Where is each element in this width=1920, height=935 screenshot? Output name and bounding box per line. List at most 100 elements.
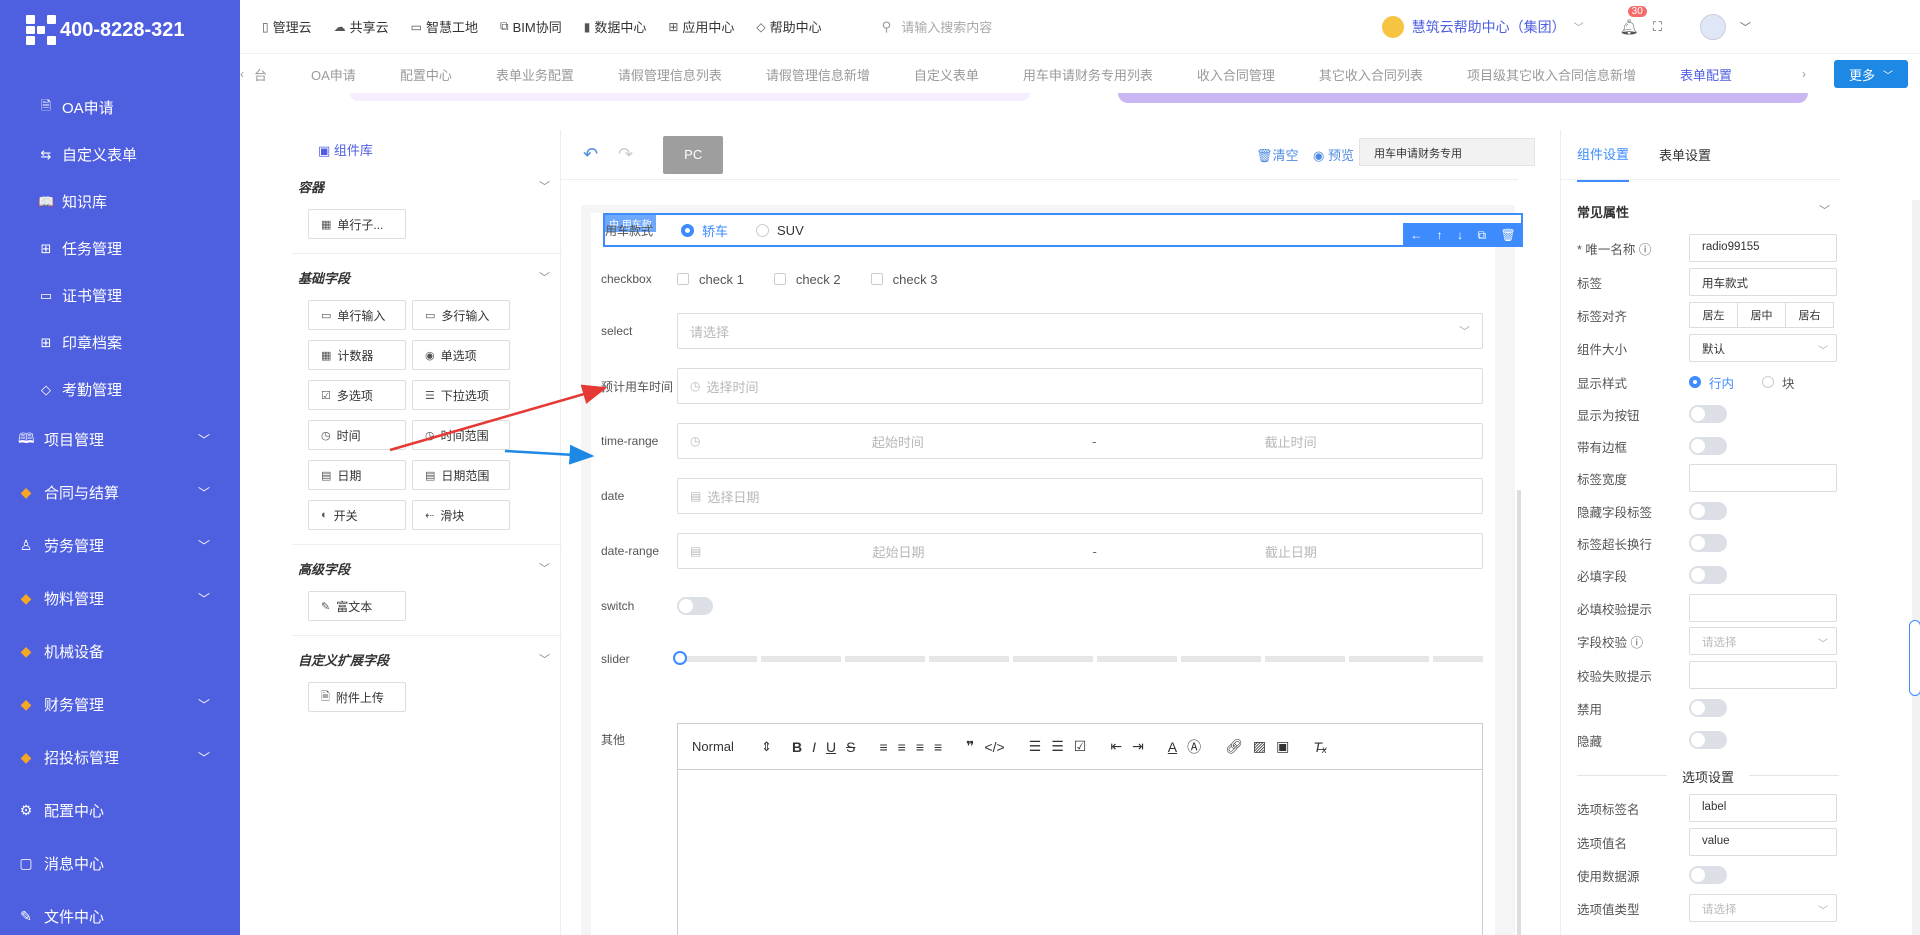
link-icon[interactable]: 🔗︎ (1225, 738, 1243, 755)
required-hint-input[interactable] (1689, 594, 1837, 622)
comp-time-range[interactable]: ◷ 时间范围 (412, 420, 510, 450)
comp-date-range[interactable]: ▤ 日期范围 (412, 460, 510, 490)
code-icon[interactable]: </> (984, 739, 1004, 755)
scrollbar-thumb[interactable] (1909, 620, 1920, 696)
tab-income-contracts[interactable]: 收入合同管理 (1197, 65, 1275, 84)
avatar[interactable] (1699, 13, 1726, 40)
date-input[interactable]: ▤ 选择日期 (677, 478, 1483, 514)
video-icon[interactable]: ▣ (1276, 738, 1289, 755)
radio-option-sedan[interactable]: 轿车 (681, 221, 728, 240)
unique-name-input[interactable]: radio99155 (1689, 234, 1837, 262)
date-range-input[interactable]: ▤ 起始日期 - 截止日期 (677, 533, 1483, 569)
align-right-icon[interactable]: ≡ (916, 739, 924, 755)
chevron-down-icon[interactable]: ﹀ (1740, 19, 1751, 35)
group-basic-header[interactable]: 基础字段 ﹀ (298, 268, 558, 286)
comp-file-upload[interactable]: 🗎 附件上传 (308, 682, 406, 712)
font-color-icon[interactable]: A (1168, 739, 1177, 755)
sidebar-item-tasks[interactable]: ⊞ 任务管理 (0, 225, 240, 272)
help-center-dropdown[interactable]: 慧筑云帮助中心（集团） ﹀ (1381, 15, 1584, 38)
tab-config-center[interactable]: 配置中心 (400, 65, 452, 84)
font-size-select[interactable]: Normal ⇕ (692, 739, 772, 755)
indent-icon[interactable]: ⇥ (1132, 738, 1144, 755)
comp-rich-text[interactable]: ✎ 富文本 (308, 591, 406, 621)
bullet-list-icon[interactable]: ☰ (1051, 738, 1064, 755)
datasource-switch[interactable] (1689, 866, 1727, 884)
hide-label-switch[interactable] (1689, 502, 1727, 520)
checklist-icon[interactable]: ☑ (1074, 738, 1087, 755)
tabs-scroll-right-icon[interactable]: › (1802, 67, 1814, 81)
slider-track[interactable] (673, 651, 1483, 665)
align-left-button[interactable]: 居左 (1689, 302, 1738, 328)
global-search[interactable]: ⚲ 请输入搜索内容 (882, 17, 1382, 36)
align-center-icon[interactable]: ≡ (898, 739, 906, 755)
nav-smart-site[interactable]: ▭ 智慧工地 (411, 17, 478, 36)
tab-form-settings[interactable]: 表单设置 (1659, 128, 1711, 181)
sidebar-item-custom-form[interactable]: ⇆ 自定义表单 (0, 131, 240, 178)
align-center-button[interactable]: 居中 (1737, 302, 1786, 328)
sidebar-item-knowledge[interactable]: 📖 知识库 (0, 178, 240, 225)
style-block-radio[interactable]: 块 (1762, 373, 1795, 392)
disabled-switch[interactable] (1689, 699, 1727, 717)
tab-component-settings[interactable]: 组件设置 (1577, 127, 1630, 182)
undo-icon[interactable]: ↶ (583, 144, 598, 165)
comp-slider[interactable]: ⇠ 滑块 (412, 500, 510, 530)
align-right-button[interactable]: 居右 (1785, 302, 1834, 328)
option-value-type-select[interactable]: 请选择 ﹀ (1689, 894, 1837, 922)
comp-select[interactable]: ☰ 下拉选项 (412, 380, 510, 410)
bold-icon[interactable]: B (792, 739, 802, 755)
italic-icon[interactable]: I (812, 739, 816, 755)
move-up-icon[interactable]: ↑ (1437, 228, 1443, 242)
switch-toggle[interactable] (677, 597, 713, 615)
tab-leave-add[interactable]: 请假管理信息新增 (766, 65, 870, 84)
comp-single-input[interactable]: ▭ 单行输入 (308, 300, 406, 330)
form-name-input[interactable]: 用车申请财务专用 (1359, 138, 1535, 166)
comp-date[interactable]: ▤ 日期 (308, 460, 406, 490)
sidebar-item-messages[interactable]: ▢ 消息中心 (0, 837, 240, 890)
tab-vehicle-finance-list[interactable]: 用车申请财务专用列表 (1023, 65, 1153, 84)
brand-logo[interactable]: 400-8228-321 (0, 0, 240, 60)
required-switch[interactable] (1689, 566, 1727, 584)
comp-counter[interactable]: ▦ 计数器 (308, 340, 406, 370)
time-range-input[interactable]: ◷ 起始时间 - 截止时间 (677, 423, 1483, 459)
outdent-icon[interactable]: ⇤ (1110, 738, 1122, 755)
nav-data-center[interactable]: ▮ 数据中心 (584, 17, 647, 36)
copy-icon[interactable]: ⧉ (1478, 228, 1487, 243)
rich-text-editor[interactable]: Normal ⇕ B I U S ≡ ≡ ≡ ≡ ❞ </> ☰ ☰ ☑ ⇤ ⇥… (677, 723, 1483, 935)
label-width-input[interactable] (1689, 464, 1837, 492)
clear-format-icon[interactable]: T̶ₓ (1313, 739, 1327, 755)
tab-form-business-config[interactable]: 表单业务配置 (496, 65, 574, 84)
page-scrollbar[interactable] (1909, 200, 1920, 935)
comp-multi-input[interactable]: ▭ 多行输入 (412, 300, 510, 330)
preview-button[interactable]: ◉ 预览 (1313, 145, 1354, 164)
label-input[interactable]: 用车款式 (1689, 268, 1837, 296)
device-pc-button[interactable]: PC (663, 135, 724, 174)
move-down-icon[interactable]: ↓ (1457, 228, 1463, 242)
canvas-scrollbar[interactable] (1517, 490, 1521, 935)
redo-icon[interactable]: ↷ (618, 144, 633, 165)
size-select[interactable]: 默认 ﹀ (1689, 334, 1837, 362)
more-button[interactable]: 更多 ﹀ (1834, 60, 1908, 88)
slider-handle[interactable] (673, 651, 687, 665)
option-value-input[interactable]: value (1689, 828, 1837, 856)
strikethrough-icon[interactable]: S (846, 739, 855, 755)
style-inline-radio[interactable]: 行内 (1689, 373, 1734, 392)
sidebar-item-oa[interactable]: 🗎 OA申请 (0, 84, 240, 131)
sidebar-item-machinery[interactable]: ◆ 机械设备 (0, 625, 240, 678)
clear-button[interactable]: 🗑︎清空 (1256, 145, 1299, 164)
fail-hint-input[interactable] (1689, 661, 1837, 689)
comp-switch[interactable]: ◐ 开关 (308, 500, 406, 530)
notification-button[interactable]: 🔔︎ 30 (1620, 5, 1647, 36)
comp-time[interactable]: ◷ 时间 (308, 420, 406, 450)
quote-icon[interactable]: ❞ (966, 738, 974, 755)
sidebar-item-projects[interactable]: 🕮 项目管理 ﹀ (0, 413, 240, 466)
sidebar-item-config[interactable]: ⚙ 配置中心 (0, 784, 240, 837)
sidebar-item-bidding[interactable]: ◆ 招投标管理 ﹀ (0, 731, 240, 784)
radio-option-suv[interactable]: SUV (756, 223, 804, 238)
checkbox-option-3[interactable]: check 3 (870, 272, 937, 287)
align-justify-icon[interactable]: ≡ (934, 739, 942, 755)
tab-oa[interactable]: OA申请 (311, 65, 356, 84)
nav-app-center[interactable]: ⊞ 应用中心 (668, 17, 734, 36)
selected-radio-field[interactable]: 中 用车款 用车款式 轿车 SUV ← ↑ ↓ ⧉ 🗑︎ (603, 213, 1523, 247)
sidebar-item-attendance[interactable]: ◇ 考勤管理 (0, 366, 240, 413)
delete-icon[interactable]: 🗑︎ (1501, 228, 1516, 242)
